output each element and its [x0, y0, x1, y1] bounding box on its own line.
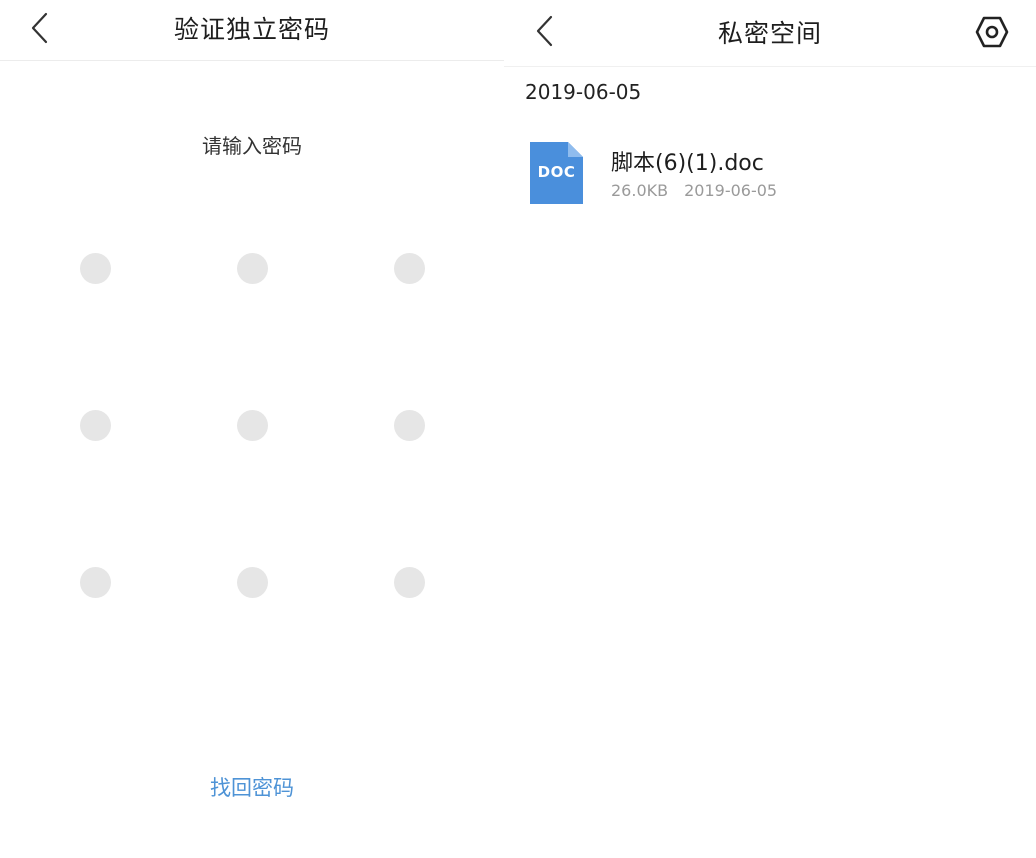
page-title: 私密空间: [717, 19, 822, 48]
pattern-dot-3[interactable]: [394, 253, 425, 284]
private-space-header: 私密空间: [504, 0, 1036, 67]
file-meta: 26.0KB 2019-06-05: [611, 181, 777, 200]
pattern-dot-1[interactable]: [80, 253, 111, 284]
pattern-dot-6[interactable]: [394, 410, 425, 441]
private-space-screen: 私密空间 2019-06-05 DOC 脚本(6)(1).doc 26.0KB 2…: [504, 0, 1036, 858]
hexagon-gear-icon: [975, 16, 1009, 48]
settings-button[interactable]: [972, 12, 1012, 52]
file-size: 26.0KB: [611, 181, 669, 200]
file-name: 脚本(6)(1).doc: [611, 151, 764, 176]
password-prompt: 请输入密码: [202, 134, 302, 158]
pattern-dot-2[interactable]: [237, 253, 268, 284]
pattern-dot-4[interactable]: [80, 410, 111, 441]
date-group-header: 2019-06-05: [525, 80, 642, 104]
file-date: 2019-06-05: [684, 181, 778, 200]
pattern-dot-9[interactable]: [394, 567, 425, 598]
forgot-password-link[interactable]: 找回密码: [0, 772, 504, 802]
pattern-dot-7[interactable]: [80, 567, 111, 598]
pattern-dot-5[interactable]: [237, 410, 268, 441]
page-title: 验证独立密码: [173, 15, 330, 44]
file-type-label: DOC: [537, 163, 576, 181]
verify-header: 验证独立密码: [0, 0, 504, 61]
pattern-dot-8[interactable]: [237, 567, 268, 598]
file-list-item[interactable]: DOC 脚本(6)(1).doc 26.0KB 2019-06-05: [504, 130, 1036, 220]
verify-password-screen: 验证独立密码 请输入密码 找回密码: [0, 0, 504, 858]
